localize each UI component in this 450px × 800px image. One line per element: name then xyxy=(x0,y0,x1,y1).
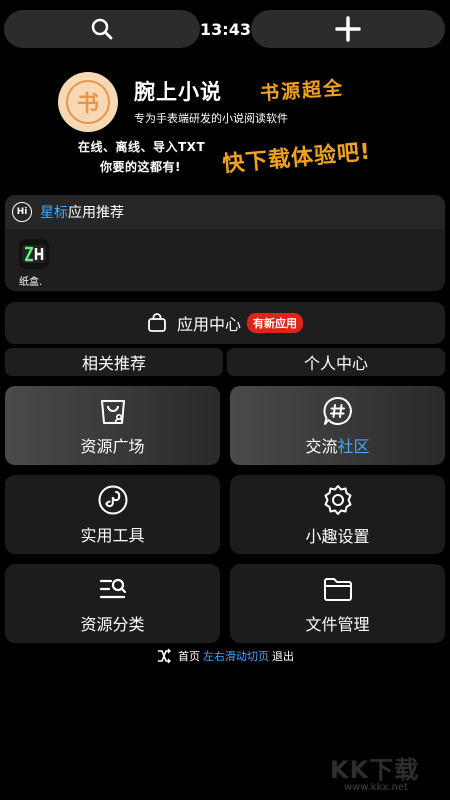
feature-line-1: 在线、离线、导入TXT xyxy=(78,140,206,154)
recommend-app-item[interactable]: 纸盒. xyxy=(19,239,51,288)
watermark-url: www.kkx.net xyxy=(344,782,408,793)
community-tile[interactable]: 交流社区 xyxy=(230,386,445,465)
shopping-bag-icon xyxy=(148,313,166,332)
resource-square-label: 资源广场 xyxy=(80,436,145,456)
recommend-title-rest: 应用推荐 xyxy=(68,205,124,221)
categories-tile[interactable]: 资源分类 xyxy=(5,564,220,643)
clock: 13:43 xyxy=(200,19,251,39)
promo-banner[interactable]: 书 腕上小说 专为手表端研发的小说阅读软件 书源超全 在线、离线、导入TXT 你… xyxy=(40,64,410,184)
community-label: 交流社区 xyxy=(305,433,369,457)
file-manager-label: 文件管理 xyxy=(305,614,370,634)
slogan-top: 书源超全 xyxy=(259,77,345,105)
settings-label: 小趣设置 xyxy=(305,526,370,546)
recommend-header: Hi 星标应用推荐 xyxy=(5,195,445,229)
watermark-brand: KK下载 xyxy=(330,756,420,784)
new-app-badge: 有新应用 xyxy=(247,313,303,333)
tools-label: 实用工具 xyxy=(80,525,145,545)
store-bag-icon xyxy=(100,399,125,424)
app-center-label: 应用中心 xyxy=(176,315,241,334)
community-label-text: 交流 xyxy=(305,436,338,456)
tools-tile[interactable]: 实用工具 xyxy=(5,475,220,554)
search-button[interactable] xyxy=(4,10,200,48)
folder-icon xyxy=(323,577,352,601)
footer-accent: 左右滑动切页 xyxy=(203,650,269,663)
footer-suffix: 退出 xyxy=(272,650,294,663)
feature-line-2: 你要的这都有! xyxy=(100,160,181,174)
tab-related[interactable]: 相关推荐 xyxy=(5,348,223,376)
tab-personal-center[interactable]: 个人中心 xyxy=(227,348,445,376)
footer-hint: 首页 左右滑动切页 退出 xyxy=(0,648,450,664)
gear-icon xyxy=(324,484,351,515)
slogan-bottom: 快下载体验吧! xyxy=(221,139,373,178)
recommend-card: Hi 星标应用推荐 纸盒. xyxy=(5,195,445,291)
hi-chat-icon: Hi xyxy=(12,202,32,222)
recommend-title: 星标应用推荐 xyxy=(40,202,124,222)
search-icon xyxy=(91,18,113,40)
recommend-app-name: 纸盒. xyxy=(19,277,43,288)
categories-label: 资源分类 xyxy=(80,614,145,634)
list-search-icon xyxy=(99,578,126,598)
zhihe-app-icon xyxy=(19,239,49,269)
link-circle-icon xyxy=(98,485,127,514)
app-center-button[interactable]: 应用中心 有新应用 xyxy=(5,302,445,344)
exit-arrows-icon xyxy=(158,648,171,664)
add-button[interactable] xyxy=(251,10,445,48)
plus-icon xyxy=(335,16,361,42)
app-name: 腕上小说 xyxy=(134,80,222,104)
top-bar: 13:43 xyxy=(0,0,450,60)
footer-prefix: 首页 xyxy=(178,650,200,663)
hashtag-chat-icon xyxy=(322,396,352,425)
recommend-title-accent: 星标 xyxy=(40,205,68,221)
settings-tile[interactable]: 小趣设置 xyxy=(230,475,445,554)
file-manager-tile[interactable]: 文件管理 xyxy=(230,564,445,643)
resource-square-tile[interactable]: 资源广场 xyxy=(5,386,220,465)
app-tagline: 专为手表端研发的小说阅读软件 xyxy=(134,112,288,125)
community-label-accent: 社区 xyxy=(337,436,370,456)
logo-glyph: 书 xyxy=(66,80,110,124)
book-logo-icon: 书 xyxy=(58,72,118,132)
